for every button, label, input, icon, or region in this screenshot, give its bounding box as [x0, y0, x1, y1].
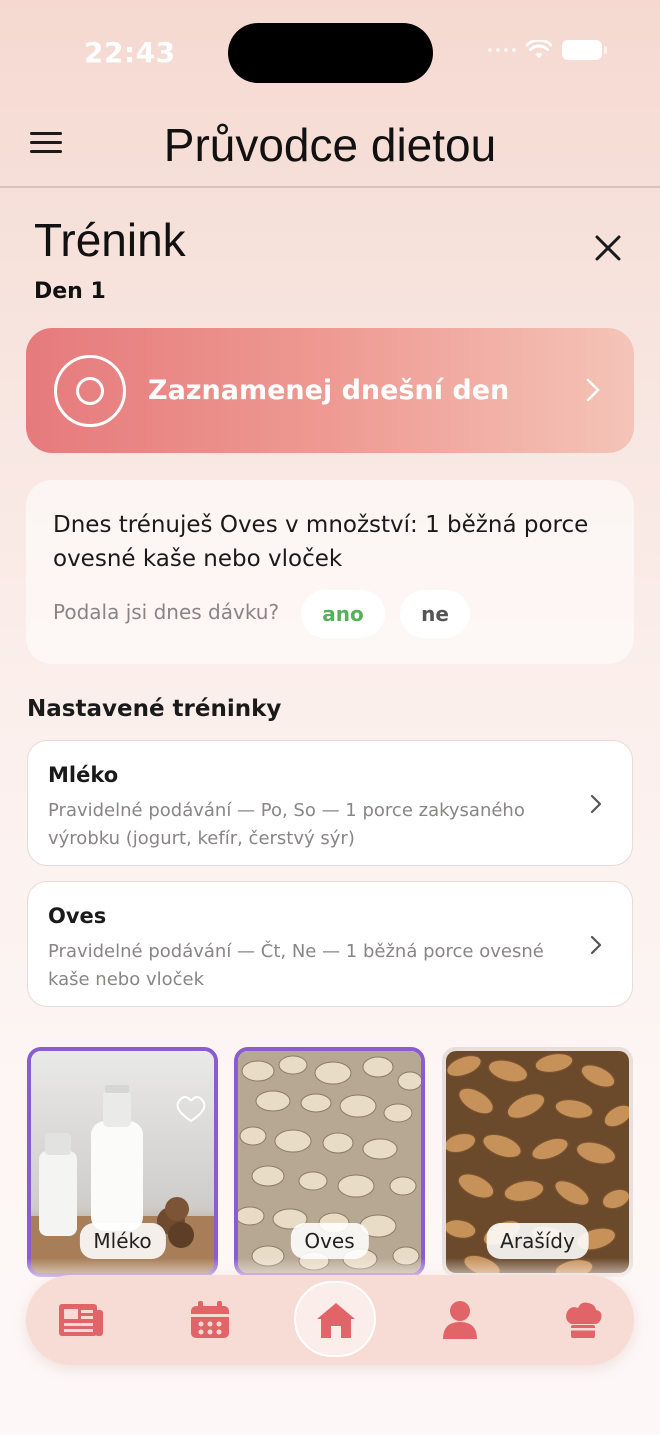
signal-icon — [488, 48, 516, 52]
status-time: 22:43 — [84, 36, 176, 69]
today-training-card: Dnes trénuješ Oves v množství: 1 běžná p… — [26, 480, 634, 664]
status-bar: 22:43 — [0, 0, 660, 100]
news-icon[interactable] — [57, 1297, 105, 1343]
training-title: Trénink — [34, 214, 186, 266]
bottom-nav — [26, 1275, 634, 1365]
training-item-description: Pravidelné podávání — Po, So — 1 porce z… — [48, 800, 525, 849]
chevron-right-icon — [590, 794, 602, 814]
home-icon[interactable] — [312, 1297, 360, 1343]
chevron-right-icon — [590, 935, 602, 955]
dose-question: Podala jsi dnes dávku? — [53, 600, 280, 624]
page-title: Průvodce dietou — [163, 119, 497, 171]
profile-icon[interactable] — [436, 1297, 484, 1343]
training-item-title: Oves — [48, 904, 107, 928]
food-card-arasidy[interactable]: Arašídy — [442, 1047, 633, 1277]
food-card-oves[interactable]: Oves — [234, 1047, 425, 1277]
dynamic-island — [228, 23, 433, 83]
chevron-right-icon — [586, 378, 600, 402]
food-label: Oves — [290, 1223, 369, 1259]
no-button[interactable]: ne — [400, 590, 470, 638]
close-icon[interactable] — [592, 232, 624, 264]
status-icons — [488, 40, 607, 60]
food-label: Mléko — [79, 1223, 166, 1259]
training-item-description: Pravidelné podávání — Čt, Ne — 1 běžná p… — [48, 941, 544, 990]
circle-record-icon — [54, 355, 126, 427]
food-label: Arašídy — [486, 1223, 589, 1259]
training-day: Den 1 — [34, 279, 106, 304]
wifi-icon — [526, 40, 552, 58]
food-card-mleko[interactable]: Mléko — [27, 1047, 218, 1277]
calendar-icon[interactable] — [186, 1297, 234, 1343]
training-item-mleko[interactable]: Mléko Pravidelné podávání — Po, So — 1 p… — [27, 740, 633, 866]
chef-hat-icon[interactable] — [559, 1297, 607, 1343]
battery-icon — [562, 40, 607, 60]
today-training-text: Dnes trénuješ Oves v množství: 1 běžná p… — [53, 512, 589, 572]
record-day-label: Zaznamenej dnešní den — [148, 375, 510, 406]
training-item-title: Mléko — [48, 763, 119, 787]
yes-button[interactable]: ano — [301, 590, 385, 638]
app-header: Průvodce dietou — [0, 100, 660, 188]
training-item-oves[interactable]: Oves Pravidelné podávání — Čt, Ne — 1 bě… — [27, 881, 633, 1007]
record-day-button[interactable]: Zaznamenej dnešní den — [26, 328, 634, 453]
section-title: Nastavené tréninky — [27, 696, 282, 722]
